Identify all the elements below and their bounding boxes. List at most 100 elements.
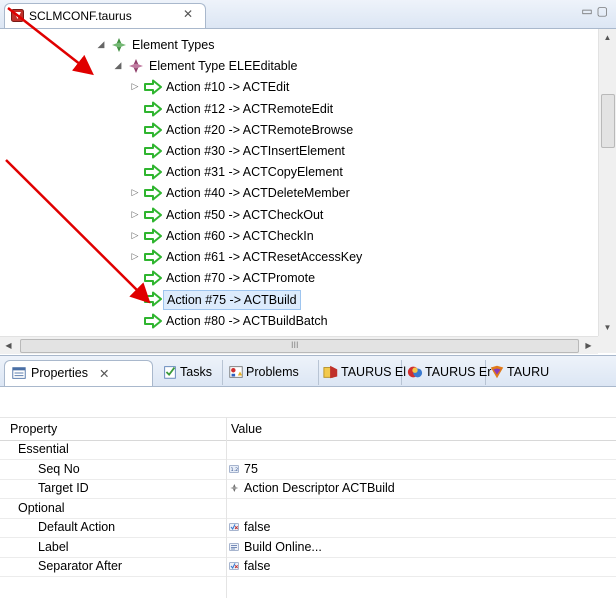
tree-row[interactable]: Action #80 -> ACTBuildBatch: [0, 311, 598, 332]
scroll-down-icon[interactable]: ▼: [599, 319, 616, 336]
scroll-left-icon[interactable]: ◀: [0, 337, 17, 354]
property-value[interactable]: 75: [244, 462, 258, 476]
close-icon[interactable]: ✕: [183, 7, 193, 21]
property-category-row[interactable]: Optional: [0, 499, 616, 519]
tab-taurus-error[interactable]: TAURUS Er: [405, 360, 491, 385]
editor-tab-bar: SCLMCONF.taurus ✕ ▭▢: [0, 0, 616, 29]
tab-label: Properties: [31, 366, 88, 380]
tree-row[interactable]: ▷ Action #60 -> ACTCheckIn: [0, 226, 598, 247]
expand-icon[interactable]: ▷: [130, 209, 140, 220]
property-row[interactable]: Default Action false: [0, 518, 616, 538]
tree-row-label: Action #10 -> ACTEdit: [166, 80, 290, 95]
tree-row[interactable]: ▷ Action #10 -> ACTEdit: [0, 77, 598, 98]
expand-icon[interactable]: ▷: [130, 251, 140, 262]
tree-row[interactable]: Action #20 -> ACTRemoteBrowse: [0, 120, 598, 141]
editor-tab-title: SCLMCONF.taurus: [29, 9, 132, 23]
property-name: Separator After: [38, 559, 123, 573]
tree-row-label: Action #60 -> ACTCheckIn: [166, 228, 314, 243]
tab-problems[interactable]: Problems: [226, 360, 319, 385]
tree-row-label: Action #61 -> ACTResetAccessKey: [166, 250, 363, 264]
property-row[interactable]: Label Build Online...: [0, 538, 616, 558]
property-value[interactable]: Build Online...: [244, 540, 322, 554]
collapse-icon[interactable]: ◢: [113, 60, 123, 71]
action-arrow-icon: [144, 291, 162, 307]
view-controls: ▭▢: [581, 4, 612, 18]
action-arrow-icon: [144, 313, 162, 329]
scroll-grip: III: [291, 340, 299, 350]
vertical-scroll-thumb[interactable]: [601, 94, 615, 148]
expand-icon[interactable]: ▷: [130, 81, 140, 92]
tab-label: TAURUS El: [341, 365, 407, 379]
property-name: Label: [38, 539, 69, 554]
tree-row[interactable]: ◢ Element Type ELEEditable: [0, 56, 598, 77]
tab-taurus-element[interactable]: TAURUS El: [321, 360, 406, 385]
tree-row-label: Element Types: [132, 38, 215, 52]
descriptor-icon: [230, 484, 239, 492]
tree-row[interactable]: ▷ Action #61 -> ACTResetAccessKey: [0, 247, 598, 268]
taurus-error-icon: [407, 366, 423, 378]
expand-icon[interactable]: ▷: [130, 187, 140, 198]
tree-row[interactable]: Action #70 -> ACTPromote: [0, 268, 598, 289]
action-arrow-icon: [144, 270, 162, 286]
column-divider[interactable]: [226, 417, 227, 598]
editor-pane: SCLMCONF.taurus ✕ ▭▢ ◢ Element Types ◢ Elem…: [0, 0, 616, 354]
horizontal-scrollbar[interactable]: ◀ III ▶: [0, 336, 598, 354]
tree-row-label: Action #80 -> ACTBuildBatch: [166, 313, 328, 328]
property-category-row[interactable]: Essential: [0, 440, 616, 460]
tree-row[interactable]: ◢ Element Types: [0, 35, 598, 56]
element-tree: ◢ Element Types ◢ Element Type ELEEditable ▷…: [0, 29, 598, 336]
properties-view: Properties ✕ Tasks Problems TAURUS El TAURUS …: [0, 355, 616, 598]
collapse-icon[interactable]: ◢: [96, 39, 106, 50]
tab-label: TAURU: [507, 365, 550, 379]
property-row[interactable]: Separator After false: [0, 557, 616, 577]
properties-icon: [12, 367, 26, 379]
action-arrow-icon: [144, 207, 162, 223]
tree-row-label: Element Type ELEEditable: [149, 59, 298, 74]
expand-icon[interactable]: ▷: [130, 230, 140, 241]
tab-taurus[interactable]: TAURU: [487, 360, 616, 385]
action-arrow-icon: [144, 101, 162, 117]
value-column-header[interactable]: Value: [231, 422, 262, 436]
property-column-header[interactable]: Property: [10, 422, 57, 436]
element-types-icon: [112, 38, 126, 52]
minimize-icon[interactable]: ▭: [581, 4, 596, 18]
property-name: Target ID: [38, 481, 89, 495]
text-icon: [229, 542, 239, 551]
tree-row[interactable]: Action #12 -> ACTRemoteEdit: [0, 99, 598, 120]
property-name: Optional: [18, 500, 65, 515]
property-value[interactable]: false: [244, 559, 270, 573]
action-arrow-icon: [144, 164, 162, 180]
tab-properties[interactable]: Properties ✕: [4, 360, 153, 386]
tab-tasks[interactable]: Tasks: [160, 360, 223, 385]
scroll-right-icon[interactable]: ▶: [580, 337, 597, 354]
taurus-icon: [490, 365, 504, 379]
horizontal-scroll-thumb[interactable]: III: [20, 339, 579, 353]
tree-row[interactable]: ▷ Action #50 -> ACTCheckOut: [0, 205, 598, 226]
property-value[interactable]: Action Descriptor ACTBuild: [244, 481, 395, 495]
close-icon[interactable]: ✕: [99, 366, 109, 381]
properties-table-header: Property Value: [0, 417, 616, 441]
tree-row[interactable]: Action #31 -> ACTCopyElement: [0, 162, 598, 183]
tree-row-label: Action #30 -> ACTInsertElement: [166, 144, 345, 158]
scroll-up-icon[interactable]: ▲: [599, 29, 616, 46]
property-name: Default Action: [38, 520, 116, 534]
boolean-icon: [229, 523, 239, 531]
action-arrow-icon: [144, 143, 162, 159]
editor-tab[interactable]: SCLMCONF.taurus ✕: [4, 3, 206, 28]
tree-row-label: Action #50 -> ACTCheckOut: [166, 207, 324, 222]
properties-tab-bar: Properties ✕ Tasks Problems TAURUS El TAURUS …: [0, 355, 616, 387]
tree-row[interactable]: ▷ Action #40 -> ACTDeleteMember: [0, 183, 598, 204]
number-icon: 1.2: [229, 464, 239, 473]
tree-row[interactable]: Action #30 -> ACTInsertElement: [0, 141, 598, 162]
tree-row-label: Action #12 -> ACTRemoteEdit: [166, 101, 334, 116]
property-row[interactable]: Seq No 1.2 75: [0, 460, 616, 480]
maximize-icon[interactable]: ▢: [597, 4, 612, 18]
taurus-element-icon: [323, 365, 338, 379]
tree-row[interactable]: Action #75 -> ACTBuild: [0, 289, 598, 311]
property-value[interactable]: false: [244, 520, 270, 534]
vertical-scrollbar[interactable]: ▲ ▼: [598, 29, 616, 336]
property-row[interactable]: Target ID Action Descriptor ACTBuild: [0, 479, 616, 499]
action-arrow-icon: [144, 185, 162, 201]
action-arrow-icon: [144, 79, 162, 95]
tab-label: TAURUS Er: [425, 365, 492, 379]
